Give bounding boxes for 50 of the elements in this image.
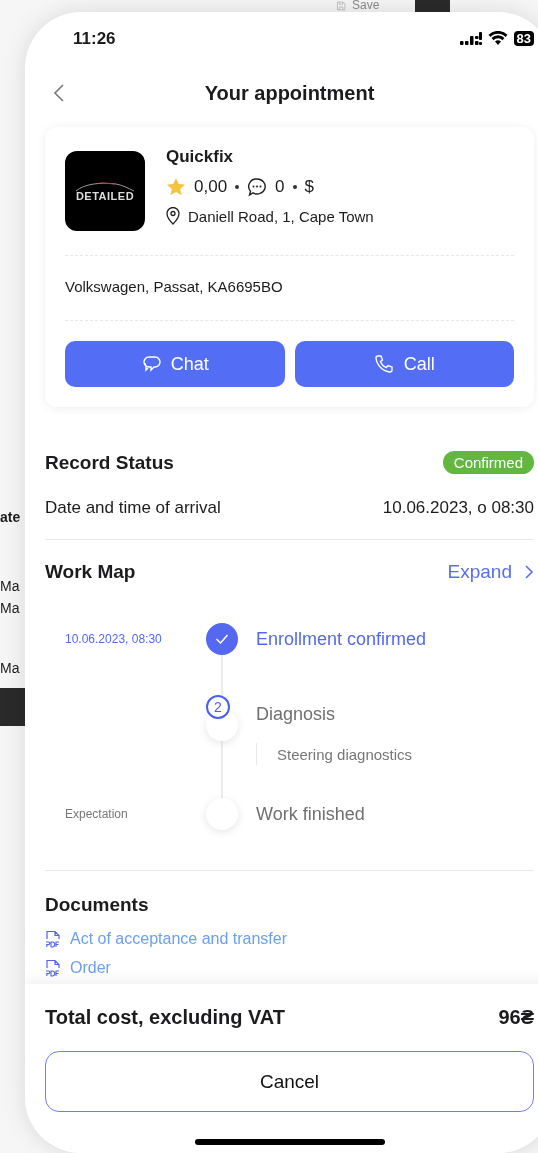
page-title: Your appointment bbox=[204, 81, 375, 105]
save-button[interactable]: Save bbox=[336, 0, 380, 11]
step-title: Work finished bbox=[256, 803, 365, 825]
chat-icon bbox=[140, 354, 161, 374]
step-date: 10.06.2023, 08:30 bbox=[64, 632, 163, 646]
step-node bbox=[206, 798, 238, 830]
step-date: Expectation bbox=[64, 807, 129, 821]
step-title: Enrollment confirmed bbox=[256, 628, 427, 650]
vehicle-info: Volkswagen, Passat, KA6695BO bbox=[65, 277, 284, 296]
cancel-button[interactable]: Cancel bbox=[45, 1051, 534, 1112]
price-level: $ bbox=[304, 177, 315, 197]
arrival-value: 10.06.2023, o 08:30 bbox=[382, 498, 534, 518]
comment-icon bbox=[247, 177, 268, 197]
back-icon[interactable] bbox=[53, 83, 65, 103]
step-title: Diagnosis bbox=[256, 704, 336, 725]
pdf-file-icon bbox=[45, 959, 61, 977]
total-label: Total cost, excluding VAT bbox=[45, 1006, 286, 1029]
check-icon bbox=[215, 634, 229, 644]
table-cell: Ma bbox=[0, 660, 20, 676]
review-count: 0 bbox=[275, 177, 285, 197]
location-pin-icon bbox=[166, 207, 180, 225]
call-button[interactable]: Call bbox=[294, 341, 514, 387]
signal-icon bbox=[459, 31, 482, 46]
document-link[interactable]: Order bbox=[45, 959, 534, 977]
save-icon bbox=[336, 0, 346, 11]
document-link[interactable]: Act of acceptance and transfer bbox=[45, 930, 534, 948]
section-title: Record Status bbox=[45, 451, 174, 474]
table-cell: Ma bbox=[0, 578, 20, 594]
wifi-icon bbox=[487, 31, 508, 46]
battery-indicator: 83 bbox=[513, 31, 534, 46]
business-name: Quickfix bbox=[166, 147, 235, 167]
rating-value: 0,00 bbox=[194, 177, 228, 197]
subtask-text: Steering diagnostics bbox=[277, 745, 413, 763]
column-header: ate bbox=[0, 509, 21, 525]
phone-icon bbox=[373, 354, 394, 374]
table-cell: Ma bbox=[0, 600, 20, 616]
pdf-file-icon bbox=[45, 930, 61, 948]
status-time: 11:26 bbox=[73, 29, 116, 49]
expand-link[interactable]: Expand bbox=[447, 561, 534, 583]
star-icon bbox=[166, 177, 186, 197]
section-title: Documents bbox=[45, 894, 150, 916]
status-badge: Confirmed bbox=[442, 451, 534, 474]
total-value: 96₴ bbox=[498, 1006, 534, 1029]
business-logo: DETAILED bbox=[65, 151, 145, 231]
step-number: 2 bbox=[206, 695, 230, 719]
chevron-right-icon bbox=[524, 564, 534, 580]
chat-button[interactable]: Chat bbox=[65, 341, 285, 387]
arrival-label: Date and time of arrival bbox=[45, 498, 221, 518]
section-title: Work Map bbox=[45, 561, 136, 583]
business-address: Daniell Road, 1, Cape Town bbox=[188, 207, 374, 225]
